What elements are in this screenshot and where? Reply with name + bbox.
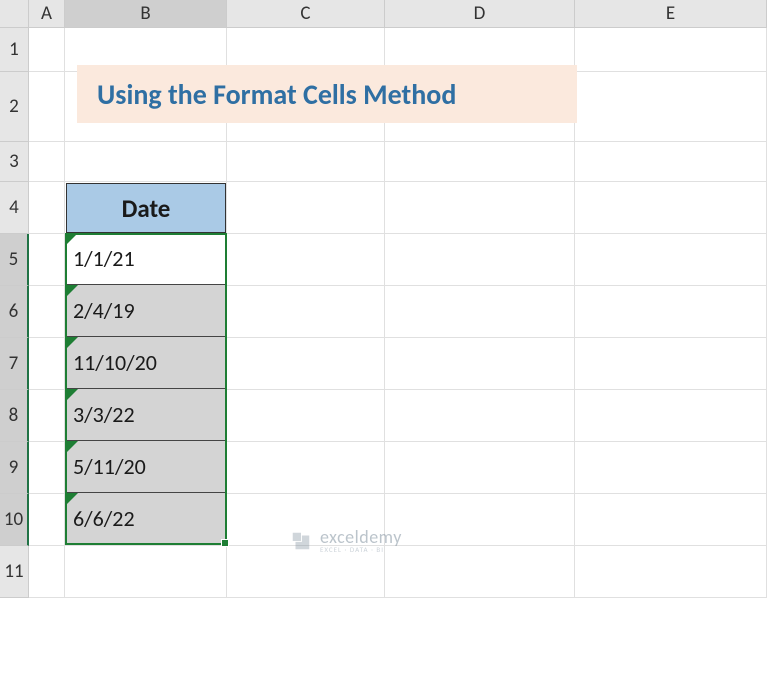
col-header-a[interactable]: A	[29, 0, 65, 28]
col-header-b[interactable]: B	[65, 0, 227, 28]
cell-a7[interactable]	[29, 338, 65, 390]
cell-c9[interactable]	[227, 442, 385, 494]
exceldemy-logo-icon	[290, 530, 312, 552]
error-indicator-icon	[67, 337, 78, 348]
error-indicator-icon	[67, 493, 78, 504]
cell-a8[interactable]	[29, 390, 65, 442]
cell-e1[interactable]	[575, 28, 767, 72]
row-header-1[interactable]: 1	[0, 28, 29, 72]
cell-d10[interactable]	[385, 494, 575, 546]
cell-d11[interactable]	[385, 546, 575, 598]
watermark-brand: exceldemy	[320, 528, 402, 546]
row-header-7[interactable]: 7	[0, 338, 29, 390]
selected-range[interactable]: 1/1/21 2/4/19 11/10/20 3/3/22 5/11/20 6/…	[66, 233, 226, 545]
cell-b3[interactable]	[65, 142, 227, 182]
cell-e10[interactable]	[575, 494, 767, 546]
cell-c7[interactable]	[227, 338, 385, 390]
table-row[interactable]: 5/11/20	[66, 441, 226, 493]
watermark-tagline: EXCEL · DATA · BI	[320, 546, 402, 553]
cell-c5[interactable]	[227, 234, 385, 286]
row-header-3[interactable]: 3	[0, 142, 29, 182]
cell-a1[interactable]	[29, 28, 65, 72]
cell-a2[interactable]	[29, 72, 65, 142]
table-header-date[interactable]: Date	[66, 183, 226, 233]
cell-c3[interactable]	[227, 142, 385, 182]
cell-d5[interactable]	[385, 234, 575, 286]
cell-e7[interactable]	[575, 338, 767, 390]
cell-e3[interactable]	[575, 142, 767, 182]
row-header-9[interactable]: 9	[0, 442, 29, 494]
cell-a9[interactable]	[29, 442, 65, 494]
watermark: exceldemy EXCEL · DATA · BI	[290, 528, 402, 553]
cell-d8[interactable]	[385, 390, 575, 442]
cell-a11[interactable]	[29, 546, 65, 598]
col-header-d[interactable]: D	[385, 0, 575, 28]
cell-c4[interactable]	[227, 182, 385, 234]
row-header-11[interactable]: 11	[0, 546, 29, 598]
col-header-e[interactable]: E	[575, 0, 767, 28]
error-indicator-icon	[67, 233, 78, 244]
cell-value: 6/6/22	[73, 505, 135, 532]
error-indicator-icon	[67, 441, 78, 452]
row-header-6[interactable]: 6	[0, 286, 29, 338]
col-header-c[interactable]: C	[227, 0, 385, 28]
cell-value: 1/1/21	[73, 245, 135, 272]
cell-value: 11/10/20	[73, 349, 157, 376]
error-indicator-icon	[67, 285, 78, 296]
cell-c6[interactable]	[227, 286, 385, 338]
cell-d3[interactable]	[385, 142, 575, 182]
cell-a5[interactable]	[29, 234, 65, 286]
cell-value: 5/11/20	[73, 453, 146, 480]
row-header-8[interactable]: 8	[0, 390, 29, 442]
cell-e11[interactable]	[575, 546, 767, 598]
cell-a10[interactable]	[29, 494, 65, 546]
cell-a3[interactable]	[29, 142, 65, 182]
cell-d7[interactable]	[385, 338, 575, 390]
cell-e5[interactable]	[575, 234, 767, 286]
cell-d4[interactable]	[385, 182, 575, 234]
cell-value: 2/4/19	[73, 297, 135, 324]
cell-e2[interactable]	[575, 72, 767, 142]
cell-c8[interactable]	[227, 390, 385, 442]
row-header-5[interactable]: 5	[0, 234, 29, 286]
cell-e6[interactable]	[575, 286, 767, 338]
cell-a6[interactable]	[29, 286, 65, 338]
row-header-4[interactable]: 4	[0, 182, 29, 234]
error-indicator-icon	[67, 389, 78, 400]
page-title: Using the Format Cells Method	[77, 65, 577, 123]
cell-d6[interactable]	[385, 286, 575, 338]
cell-e9[interactable]	[575, 442, 767, 494]
row-header-2[interactable]: 2	[0, 72, 29, 142]
table-row[interactable]: 2/4/19	[66, 285, 226, 337]
cell-d9[interactable]	[385, 442, 575, 494]
cell-a4[interactable]	[29, 182, 65, 234]
cell-e4[interactable]	[575, 182, 767, 234]
table-row[interactable]: 3/3/22	[66, 389, 226, 441]
table-row[interactable]: 1/1/21	[66, 233, 226, 285]
cell-value: 3/3/22	[73, 401, 135, 428]
table-row[interactable]: 11/10/20	[66, 337, 226, 389]
table-row[interactable]: 6/6/22	[66, 493, 226, 545]
cell-b11[interactable]	[65, 546, 227, 598]
cell-e8[interactable]	[575, 390, 767, 442]
row-header-10[interactable]: 10	[0, 494, 29, 546]
select-all-corner[interactable]	[0, 0, 29, 28]
